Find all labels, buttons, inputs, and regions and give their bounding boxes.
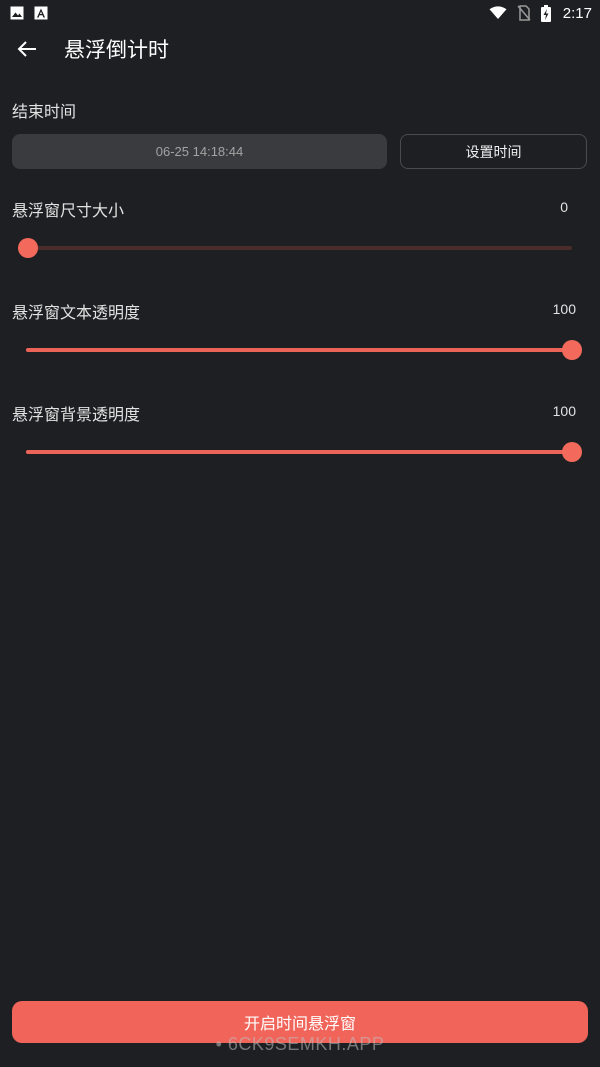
text-opacity-slider-label: 悬浮窗文本透明度 — [12, 303, 141, 322]
back-button[interactable] — [0, 26, 54, 72]
wifi-icon — [489, 6, 507, 19]
size-slider-value: 0 — [560, 199, 568, 215]
slider-thumb[interactable] — [562, 442, 582, 462]
slider-thumb[interactable] — [562, 340, 582, 360]
slider-fill — [26, 450, 572, 454]
size-slider-label: 悬浮窗尺寸大小 — [12, 201, 125, 220]
slider-track — [26, 246, 572, 250]
watermark: • 6CK9SEMKH.APP — [215, 1034, 385, 1054]
slider-fill — [26, 348, 572, 352]
size-slider[interactable] — [18, 237, 572, 259]
text-opacity-slider-value: 100 — [552, 301, 576, 317]
end-time-field: 06-25 14:18:44 — [12, 134, 387, 169]
set-time-button[interactable]: 设置时间 — [400, 134, 587, 169]
page-title: 悬浮倒计时 — [64, 38, 169, 62]
clock-time: 2:17 — [562, 4, 592, 22]
status-bar: 2:17 — [0, 0, 600, 26]
app-bar: 悬浮倒计时 — [0, 26, 600, 72]
end-time-label: 结束时间 — [12, 102, 77, 121]
battery-charging-icon — [540, 4, 551, 22]
font-a-icon — [34, 6, 48, 20]
background-opacity-slider[interactable] — [26, 441, 582, 463]
no-sim-icon — [517, 5, 531, 21]
background-opacity-slider-value: 100 — [552, 403, 576, 419]
image-icon — [10, 6, 24, 20]
arrow-left-icon — [17, 41, 36, 57]
text-opacity-slider[interactable] — [26, 339, 582, 361]
slider-thumb[interactable] — [18, 238, 38, 258]
background-opacity-slider-label: 悬浮窗背景透明度 — [12, 405, 141, 424]
